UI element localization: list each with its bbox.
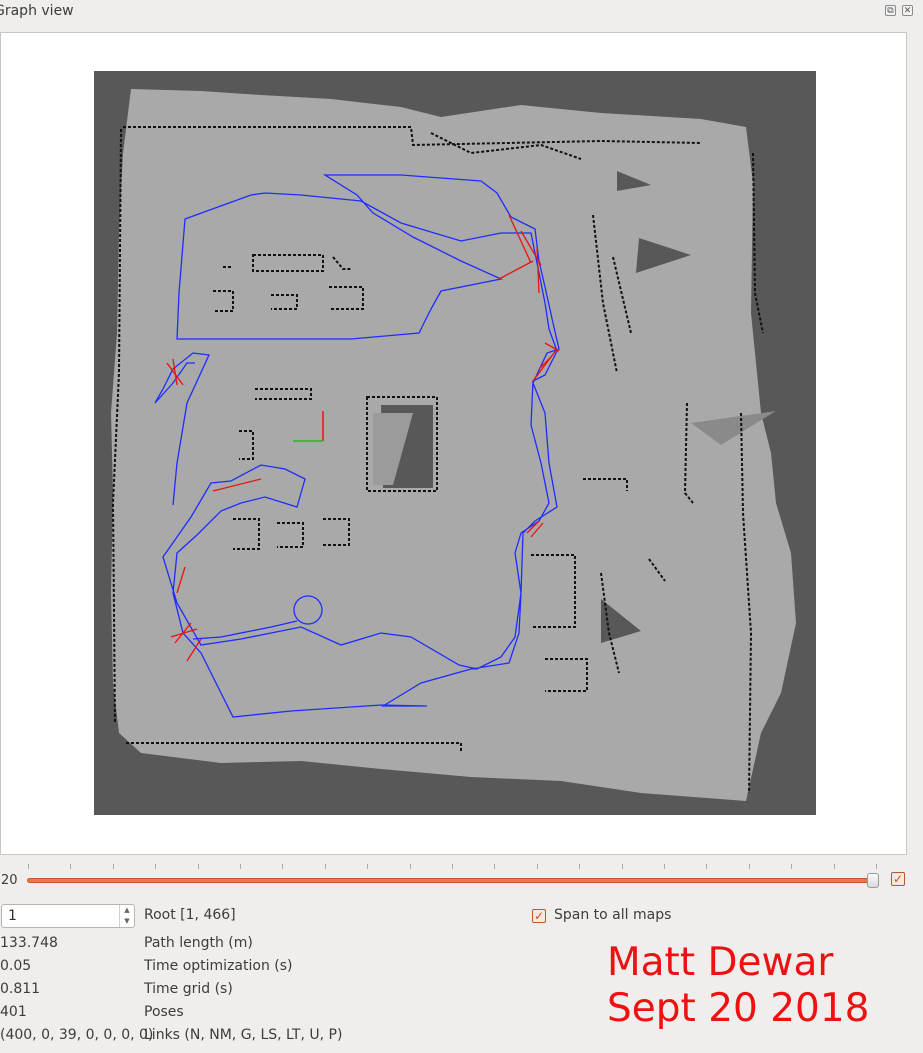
watermark-date: Sept 20 2018 [607,986,870,1031]
slider-tick [367,864,369,869]
slider-handle[interactable] [867,873,879,888]
slider-tick [494,864,496,869]
arrow-down-icon[interactable]: ▼ [120,916,134,927]
iteration-slider[interactable] [27,878,877,883]
title-bar: Graph view ⧉ ✕ [0,0,923,24]
time-grid-label: Time grid (s) [144,981,233,997]
span-to-all-maps-label[interactable]: Span to all maps [554,907,671,923]
time-optimization-value: 0.05 [0,958,32,974]
slider-tick [155,864,157,869]
slider-tick [876,864,877,869]
author-watermark: Matt Dewar Sept 20 2018 [607,940,869,1032]
slider-tick [621,864,623,869]
graph-view-canvas[interactable] [0,32,907,855]
slider-tick [112,864,114,869]
poses-label: Poses [144,1004,184,1020]
arrow-up-icon[interactable]: ▲ [120,905,134,916]
root-spinbox[interactable]: 1 ▲ ▼ [1,904,135,928]
span-to-all-maps-checkbox[interactable]: ✓ [532,909,546,923]
slider-min-label: 20 [1,873,18,888]
iteration-slider-row: 20 ✓ [0,860,923,894]
slider-tick [664,864,665,869]
slider-ticks [28,864,878,872]
time-grid-value: 0.811 [0,981,41,997]
slider-tick [833,864,835,869]
slider-tick [409,864,411,869]
slider-tick [452,864,453,869]
time-optimization-label: Time optimization (s) [144,958,293,974]
map-free-space [111,89,796,801]
poses-value: 401 [0,1004,27,1020]
path-length-value: 133.748 [0,935,58,951]
slider-enable-checkbox[interactable]: ✓ [891,872,905,886]
root-label: Root [1, 466] [144,907,236,923]
window-title: Graph view [0,3,74,19]
slider-tick [197,864,199,869]
slider-tick [324,864,326,869]
slider-tick [282,864,284,869]
slider-tick [748,864,750,869]
slider-tick [70,864,72,869]
slider-tick [240,864,241,869]
slider-tick [536,864,538,869]
slider-tick [579,864,581,869]
path-length-label: Path length (m) [144,935,253,951]
close-window-icon[interactable]: ✕ [902,5,913,16]
restore-window-icon[interactable]: ⧉ [885,5,896,16]
slider-tick [28,864,29,869]
watermark-name: Matt Dewar [607,940,834,985]
check-icon: ✓ [892,872,904,886]
links-value: (400, 0, 39, 0, 0, 0, 0) [0,1027,154,1043]
occupancy-map [94,71,816,815]
slider-tick [791,864,793,869]
check-icon: ✓ [533,909,545,923]
slider-tick [706,864,708,869]
spin-buttons: ▲ ▼ [119,905,134,927]
links-label: Links (N, NM, G, LS, LT, U, P) [144,1027,343,1043]
root-spin-value[interactable]: 1 [8,908,17,924]
